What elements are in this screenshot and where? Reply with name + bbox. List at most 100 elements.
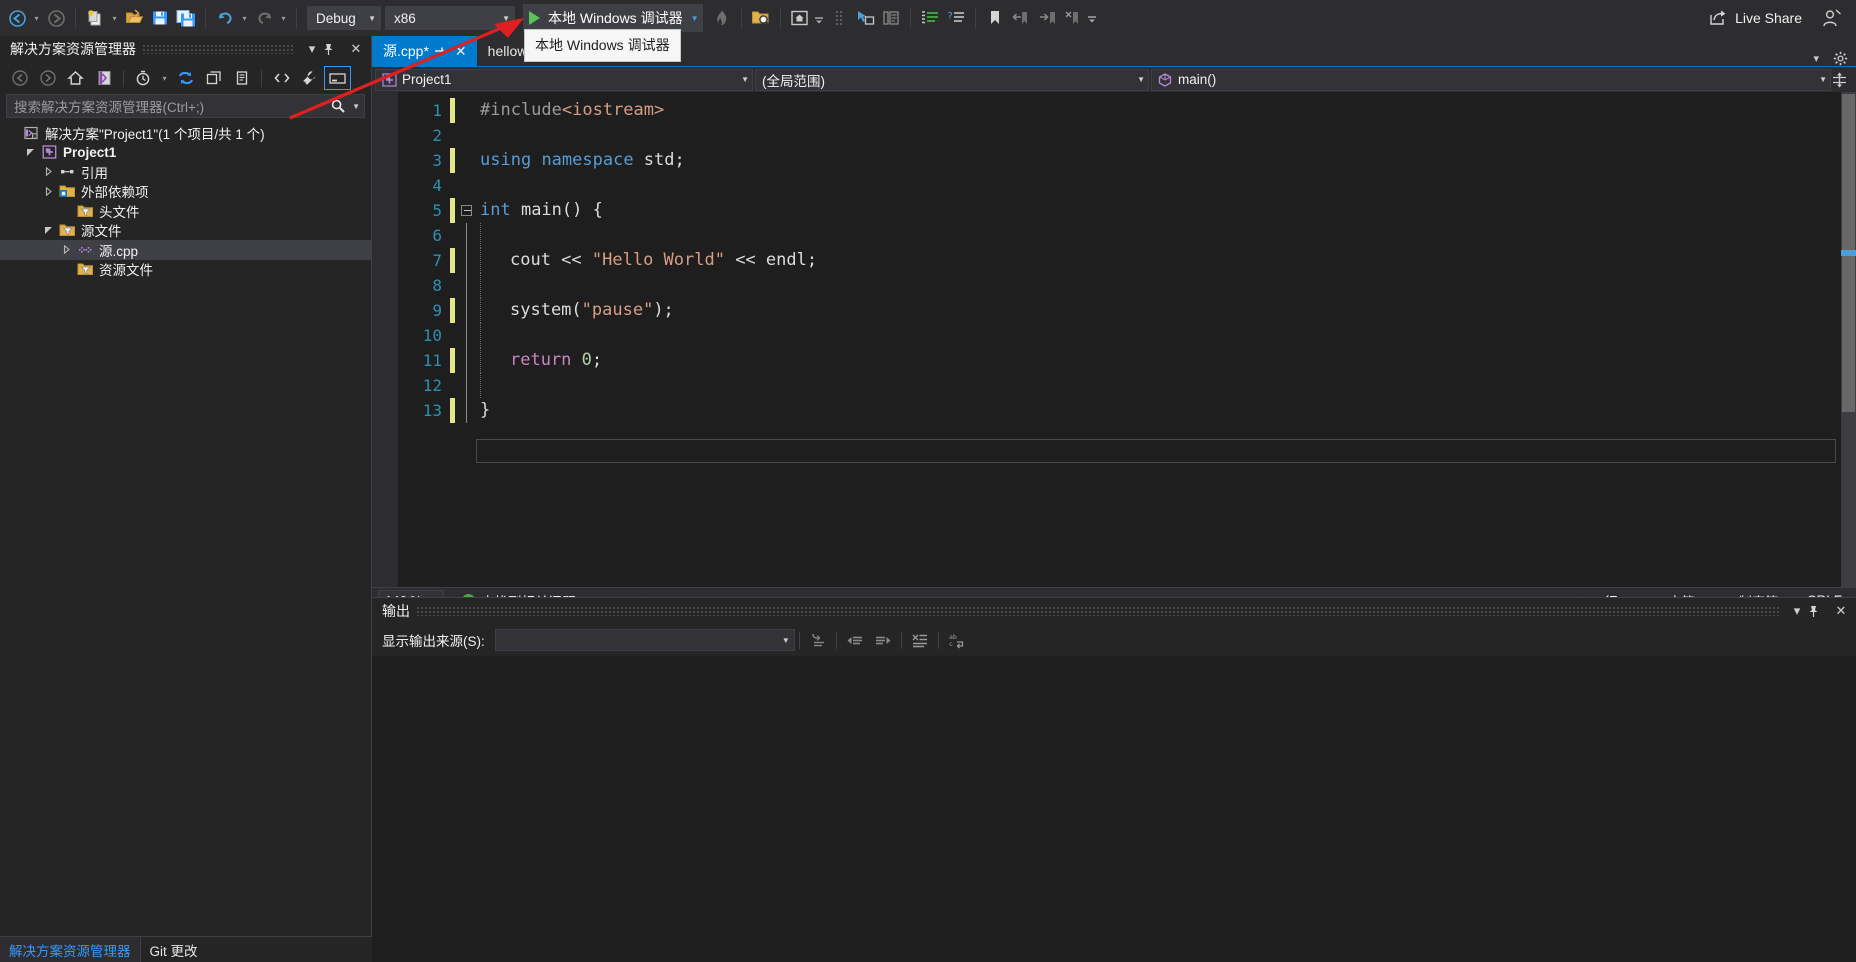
- code-text: system("pause");: [477, 298, 674, 323]
- code-line: 13}: [372, 398, 1856, 423]
- forward-icon[interactable]: [34, 66, 61, 90]
- solution-platform-combo[interactable]: x86 ▼: [385, 6, 515, 30]
- clear-all-icon[interactable]: [906, 628, 934, 652]
- new-item-icon[interactable]: [82, 3, 108, 33]
- toolbar-overflow-dots-icon[interactable]: [826, 3, 852, 33]
- preview-selected-items-icon[interactable]: [324, 66, 351, 90]
- chevron-down-icon[interactable]: ▾: [301, 41, 323, 57]
- tree-item[interactable]: 源文件: [0, 221, 371, 241]
- tree-item[interactable]: 源.cpp: [0, 240, 371, 260]
- properties-wrench-icon[interactable]: [296, 66, 323, 90]
- tree-item[interactable]: 引用: [0, 162, 371, 182]
- undo-icon[interactable]: [212, 3, 238, 33]
- pending-changes-dropdown-icon[interactable]: ▾: [158, 74, 171, 83]
- window-layout-dropdown-icon[interactable]: [813, 9, 826, 27]
- pin-tab-icon[interactable]: [429, 45, 451, 57]
- close-icon[interactable]: ✕: [1830, 603, 1852, 619]
- previous-message-icon[interactable]: [841, 628, 869, 652]
- pending-changes-icon[interactable]: [130, 66, 157, 90]
- select-element-icon[interactable]: [852, 3, 878, 33]
- next-message-icon[interactable]: [869, 628, 897, 652]
- expand-triangle-icon[interactable]: [44, 167, 58, 177]
- collapse-triangle-icon[interactable]: [26, 148, 40, 157]
- bottom-tab-git-changes[interactable]: Git 更改: [141, 937, 207, 962]
- collapse-triangle-icon[interactable]: [44, 226, 58, 235]
- uncomment-lines-icon[interactable]: ?: [943, 3, 969, 33]
- back-icon[interactable]: [6, 66, 33, 90]
- previous-bookmark-icon[interactable]: [1008, 3, 1034, 33]
- tree-item[interactable]: Project1: [0, 143, 371, 163]
- change-marker: [450, 148, 455, 173]
- show-all-files-icon[interactable]: [228, 66, 255, 90]
- tree-item-label: 解决方案"Project1"(1 个项目/共 1 个): [45, 126, 265, 142]
- collapse-all-icon[interactable]: [200, 66, 227, 90]
- solution-configuration-combo[interactable]: Debug ▼: [307, 6, 381, 30]
- tree-item[interactable]: 头文件: [0, 201, 371, 221]
- tree-item[interactable]: 外部依赖项: [0, 182, 371, 202]
- account-icon[interactable]: [1822, 9, 1842, 28]
- output-panel-header: 输出 ▾ ✕: [372, 598, 1856, 624]
- toggle-word-wrap-icon[interactable]: ab c: [943, 628, 971, 652]
- output-text-area[interactable]: [372, 656, 1856, 962]
- search-icon[interactable]: [331, 99, 347, 113]
- home-window-icon[interactable]: [787, 3, 813, 33]
- redo-dropdown-icon[interactable]: ▾: [277, 14, 290, 23]
- expand-triangle-icon[interactable]: [44, 186, 58, 196]
- navbar-member-select[interactable]: main() ▼: [1151, 68, 1831, 91]
- redo-icon[interactable]: [251, 3, 277, 33]
- editor-area: 源.cpp* ✕ helloworld.cpp ▾ Project1 ▼: [372, 36, 1856, 962]
- tab-list-dropdown-icon[interactable]: ▾: [1813, 52, 1819, 65]
- next-bookmark-icon[interactable]: [1034, 3, 1060, 33]
- save-all-icon[interactable]: [173, 3, 199, 33]
- solution-tree: 解决方案"Project1"(1 个项目/共 1 个) Project1 引用 外部依…: [0, 123, 371, 279]
- new-item-dropdown-icon[interactable]: ▾: [108, 14, 121, 23]
- editor-vertical-scrollbar[interactable]: [1841, 92, 1856, 587]
- toggle-bookmark-icon[interactable]: [982, 3, 1008, 33]
- live-share-button[interactable]: Live Share: [1709, 0, 1802, 36]
- fold-collapse-icon[interactable]: [455, 205, 477, 216]
- pin-icon[interactable]: [1808, 605, 1830, 618]
- bottom-tab-solution-explorer[interactable]: 解决方案资源管理器: [0, 937, 141, 962]
- close-icon[interactable]: ✕: [345, 41, 367, 57]
- save-icon[interactable]: [147, 3, 173, 33]
- drag-handle-dots[interactable]: [142, 44, 295, 54]
- editor-tab-source-cpp[interactable]: 源.cpp* ✕: [372, 36, 477, 66]
- search-folder-icon[interactable]: [748, 3, 774, 33]
- search-placeholder: 搜索解决方案资源管理器(Ctrl+;): [14, 100, 205, 115]
- comment-lines-icon[interactable]: [917, 3, 943, 33]
- navbar-project-select[interactable]: Project1 ▼: [375, 68, 753, 91]
- pin-icon[interactable]: [323, 43, 345, 56]
- split-view-icon[interactable]: [1832, 72, 1854, 88]
- open-file-icon[interactable]: [121, 3, 147, 33]
- tree-item[interactable]: 资源文件: [0, 260, 371, 280]
- tree-item-label: 头文件: [99, 204, 140, 220]
- solution-explorer-search[interactable]: 搜索解决方案资源管理器(Ctrl+;) ▼: [6, 94, 365, 118]
- refresh-icon[interactable]: [172, 66, 199, 90]
- go-to-message-icon[interactable]: [804, 628, 832, 652]
- toolbar-more-icon[interactable]: [1086, 9, 1099, 27]
- start-debugging-button[interactable]: 本地 Windows 调试器 ▼: [523, 4, 703, 32]
- clear-bookmarks-icon[interactable]: [1060, 3, 1086, 33]
- drag-handle-dots[interactable]: [416, 606, 1780, 616]
- navigate-forward-icon[interactable]: [43, 3, 69, 33]
- copy-layout-icon[interactable]: [878, 3, 904, 33]
- expand-triangle-icon[interactable]: [62, 245, 76, 255]
- settings-gear-icon[interactable]: [1833, 51, 1848, 66]
- navigate-backward-dropdown-icon[interactable]: ▾: [30, 14, 43, 23]
- chevron-down-icon[interactable]: ▼: [691, 14, 699, 23]
- tree-item[interactable]: 解决方案"Project1"(1 个项目/共 1 个): [0, 123, 371, 143]
- close-tab-icon[interactable]: ✕: [451, 43, 471, 60]
- sync-with-active-document-icon[interactable]: [90, 66, 117, 90]
- search-options-dropdown-icon[interactable]: ▼: [347, 102, 360, 111]
- navbar-scope-select[interactable]: (全局范围) ▼: [755, 68, 1149, 91]
- chevron-down-icon[interactable]: ▾: [1786, 603, 1808, 619]
- code-line: 6: [372, 223, 1856, 248]
- undo-dropdown-icon[interactable]: ▾: [238, 14, 251, 23]
- play-icon: [529, 11, 540, 25]
- output-source-select[interactable]: ▼: [494, 629, 795, 651]
- code-editor[interactable]: 1 #include<iostream> 2 3 using namespace std…: [372, 92, 1856, 587]
- hot-reload-icon[interactable]: [709, 3, 735, 33]
- home-icon[interactable]: [62, 66, 89, 90]
- navigate-backward-icon[interactable]: [4, 3, 30, 33]
- view-code-icon[interactable]: [268, 66, 295, 90]
